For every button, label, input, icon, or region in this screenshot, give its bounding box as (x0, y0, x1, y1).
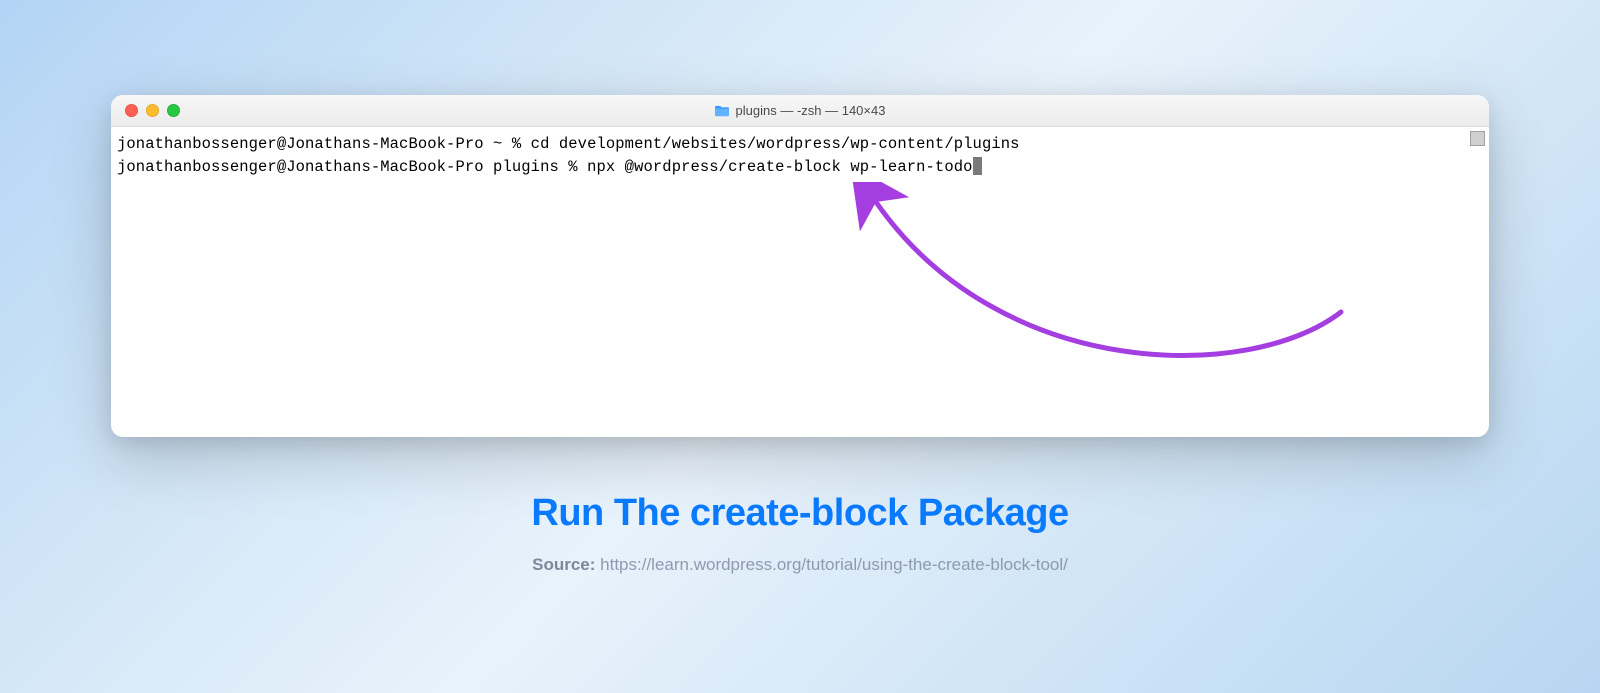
window-title-text: plugins — -zsh — 140×43 (736, 103, 886, 118)
terminal-line-2: jonathanbossenger@Jonathans-MacBook-Pro … (117, 156, 1479, 179)
maximize-button[interactable] (167, 104, 180, 117)
traffic-lights (111, 104, 180, 117)
minimize-button[interactable] (146, 104, 159, 117)
close-button[interactable] (125, 104, 138, 117)
caption-source: Source: https://learn.wordpress.org/tuto… (532, 555, 1068, 575)
window-title-bar: plugins — -zsh — 140×43 (111, 95, 1489, 127)
source-label: Source: (532, 555, 600, 574)
window-title: plugins — -zsh — 140×43 (715, 103, 886, 118)
annotation-arrow-icon (851, 182, 1351, 362)
command-1: cd development/websites/wordpress/wp-con… (531, 135, 1020, 153)
caption-title: Run The create-block Package (531, 492, 1068, 535)
scrollbar-indicator-icon (1470, 131, 1485, 146)
terminal-body[interactable]: jonathanbossenger@Jonathans-MacBook-Pro … (111, 127, 1489, 437)
folder-icon (715, 105, 730, 117)
terminal-window: plugins — -zsh — 140×43 jonathanbossenge… (111, 95, 1489, 437)
cursor-icon (973, 157, 982, 175)
command-2: npx @wordpress/create-block wp-learn-tod… (587, 158, 972, 176)
prompt-2: jonathanbossenger@Jonathans-MacBook-Pro … (117, 158, 587, 176)
terminal-line-1: jonathanbossenger@Jonathans-MacBook-Pro … (117, 133, 1479, 156)
source-url: https://learn.wordpress.org/tutorial/usi… (600, 555, 1068, 574)
prompt-1: jonathanbossenger@Jonathans-MacBook-Pro … (117, 135, 531, 153)
